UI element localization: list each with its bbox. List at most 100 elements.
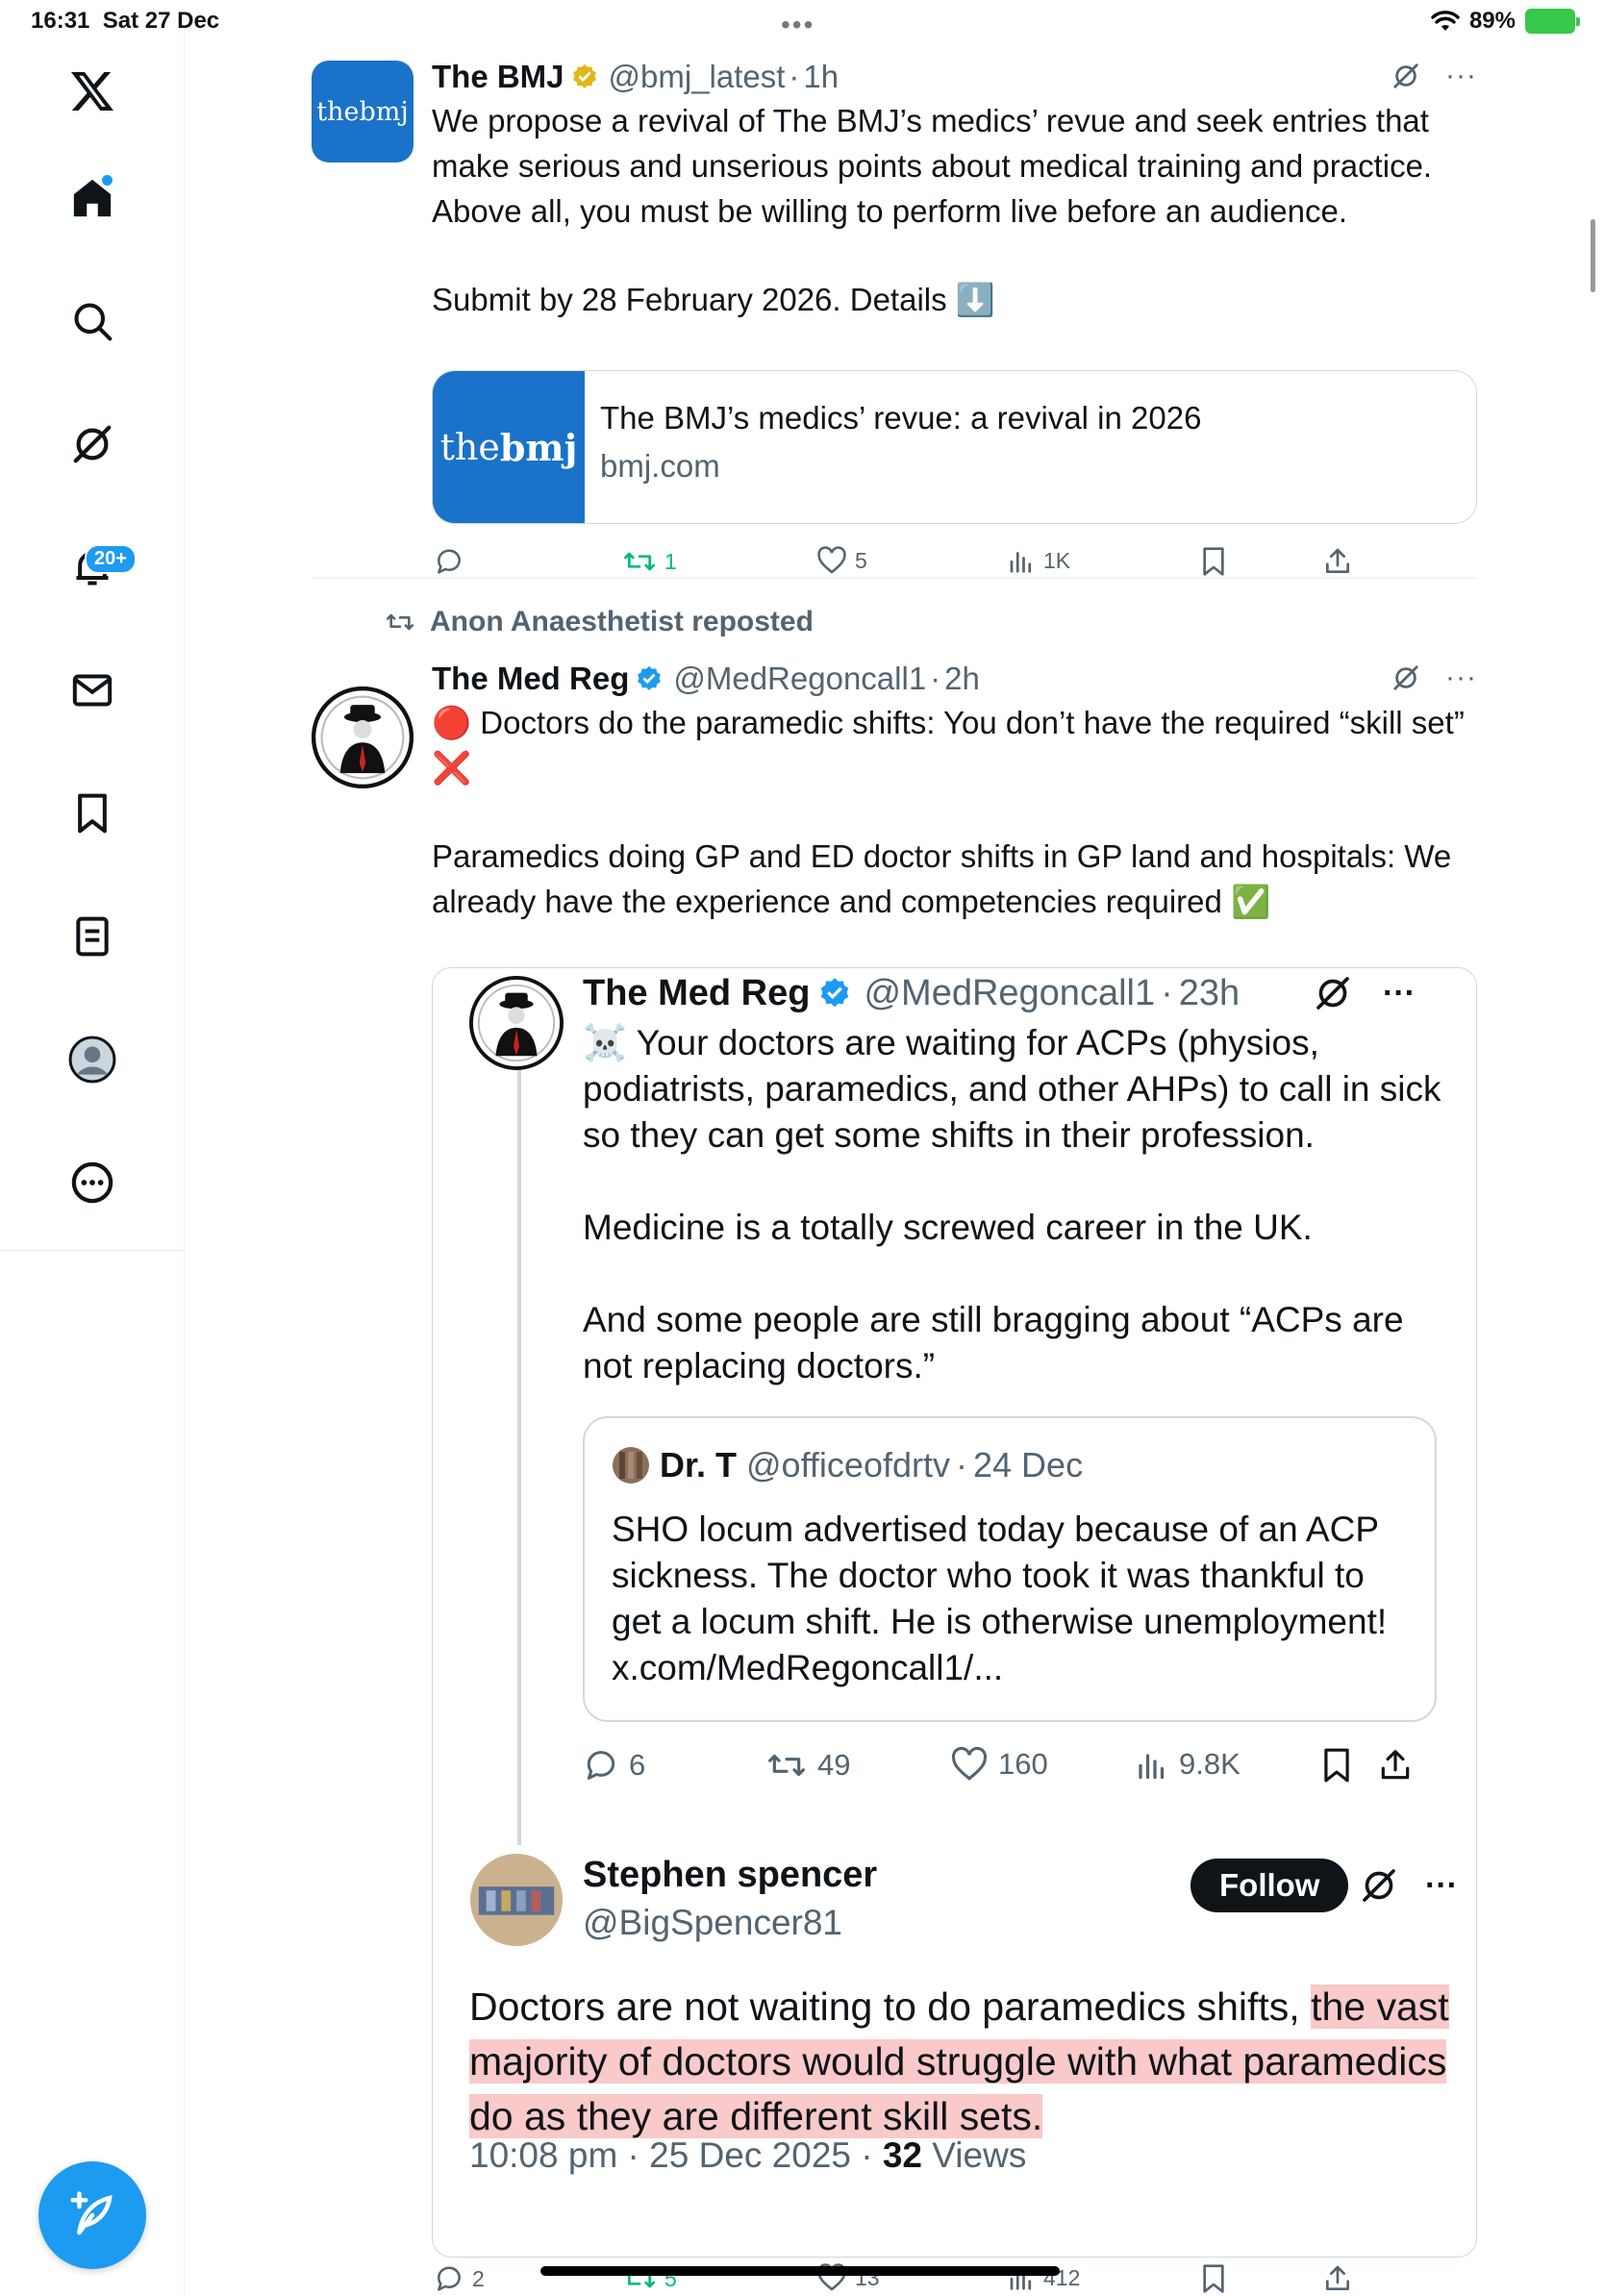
reply-author-name: Stephen spencer <box>583 1855 878 1895</box>
attached-screenshot-image[interactable]: The Med Reg @MedRegoncall1 · 23h ··· ☠️ … <box>432 967 1477 2258</box>
search-icon[interactable] <box>63 292 121 350</box>
lists-icon[interactable] <box>63 908 121 965</box>
quoted-post-header: Dr. T @officeofdrtv · 24 Dec <box>612 1445 1083 1485</box>
like-stat: 160 <box>950 1747 1048 1782</box>
grok-icon <box>1316 977 1349 1010</box>
bmj-avatar[interactable]: thebmj <box>312 61 414 162</box>
bookmark-button[interactable] <box>1201 546 1226 577</box>
profile-icon[interactable] <box>63 1031 121 1088</box>
share-icon <box>1326 2265 1349 2290</box>
quoted-post-time: 24 Dec <box>973 1445 1084 1485</box>
separator-dot: · <box>930 661 941 696</box>
post-actions: 1 5 1K <box>432 546 1477 594</box>
grok-icon[interactable] <box>1391 663 1420 692</box>
scroll-indicator[interactable] <box>1591 219 1595 292</box>
home-indicator[interactable] <box>540 2266 1060 2276</box>
post-header-actions: ··· <box>1391 661 1477 694</box>
share-stat <box>1377 1747 1414 1784</box>
post-content: The BMJ @bmj_latest · 1h ··· We propose … <box>432 58 1477 322</box>
reply-text-plain: Doctors are not waiting to do paramedics… <box>469 1984 1300 2029</box>
reply-button[interactable]: 2 <box>434 2263 485 2294</box>
messages-envelope-icon[interactable] <box>63 661 121 719</box>
views-button[interactable]: 1K <box>1007 546 1070 575</box>
quoted-author-handle: @officeofdrtv <box>746 1445 950 1485</box>
reply-text: Doctors are not waiting to do paramedics… <box>469 1980 1460 2144</box>
screenshot-post-text: ☠️ Your doctors are waiting for ACPs (ph… <box>583 1020 1448 1389</box>
sidebar: 20+ <box>0 29 185 2296</box>
status-bar: 16:31 Sat 27 Dec ••• 89% <box>0 0 1604 46</box>
bookmarks-icon[interactable] <box>63 785 121 842</box>
post-header: The Med Reg @MedRegoncall1 · 2h <box>432 660 1477 698</box>
blue-verified-badge-icon <box>638 665 662 690</box>
post-header-actions: ··· <box>1391 60 1477 92</box>
bookmark-icon <box>1203 2264 1224 2293</box>
grok-icon <box>1363 1869 1395 1902</box>
more-options-icon[interactable]: ··· <box>1445 661 1477 694</box>
notifications-badge: 20+ <box>85 544 137 574</box>
post-paragraph: Paramedics doing GP and ED doctor shifts… <box>432 838 1452 919</box>
heart-icon <box>817 546 846 574</box>
like-button[interactable]: 5 <box>816 546 867 575</box>
repost-count: 1 <box>664 548 677 574</box>
grok-icon[interactable] <box>1391 62 1420 90</box>
author-handle[interactable]: @MedRegoncall1 <box>673 661 926 697</box>
post-bmj[interactable]: thebmj The BMJ @bmj_latest · 1h ··· We p… <box>312 58 1477 577</box>
post-text: We propose a revival of The BMJ’s medics… <box>432 98 1477 322</box>
reply-meta: 10:08 pm · 25 Dec 2025 · 32 Views <box>469 2135 1027 2175</box>
screenshot-post-actions: 6 49 160 9.8K <box>583 1747 1448 1801</box>
reply-header-actions: ··· <box>1360 1866 1458 1905</box>
author-name[interactable]: The Med Reg <box>432 661 629 697</box>
medreg-avatar[interactable] <box>312 686 414 788</box>
repost-context[interactable]: Anon Anaesthetist reposted <box>384 606 814 638</box>
more-options-icon[interactable]: ··· <box>1445 60 1477 92</box>
more-icon[interactable] <box>63 1154 121 1211</box>
x-logo-icon[interactable] <box>63 63 121 121</box>
bookmark-button[interactable] <box>1201 2263 1226 2294</box>
post-paragraph: And some people are still bragging about… <box>583 1300 1404 1385</box>
spencer-avatar <box>469 1853 564 1947</box>
post-content: The Med Reg @MedRegoncall1 · 2h ··· 🔴 Do… <box>432 660 1477 924</box>
views-stat: 9.8K <box>1135 1747 1241 1782</box>
post-time: 23h <box>1178 972 1241 1013</box>
link-card[interactable]: the bmj The BMJ’s medics’ revue: a reviva… <box>432 370 1477 524</box>
medreg-avatar <box>469 976 564 1070</box>
reposted-by-label: Anon Anaesthetist reposted <box>430 606 814 637</box>
share-icon <box>1381 1750 1410 1780</box>
follow-button: Follow <box>1190 1859 1349 1912</box>
reply-icon <box>438 549 461 574</box>
home-icon[interactable] <box>63 169 121 227</box>
repost-icon <box>767 1754 805 1777</box>
compose-post-button[interactable] <box>38 2161 146 2269</box>
quoted-post: Dr. T @officeofdrtv · 24 Dec SHO locum a… <box>583 1416 1437 1722</box>
quoted-author-name: Dr. T <box>660 1445 738 1485</box>
reply-button[interactable] <box>434 546 464 577</box>
grok-icon[interactable] <box>63 415 121 473</box>
post-time[interactable]: 2h <box>944 661 980 697</box>
multitask-dots[interactable]: ••• <box>781 10 815 40</box>
battery-icon <box>1525 9 1580 34</box>
views-bar-chart-icon <box>1139 1754 1165 1780</box>
reply-count: 2 <box>472 2265 485 2291</box>
repost-button[interactable]: 1 <box>622 546 677 577</box>
repost-icon <box>623 552 655 571</box>
views-count: 1K <box>1043 547 1071 573</box>
thread-line <box>517 1064 521 1845</box>
feather-plus-icon <box>70 2191 113 2235</box>
link-card-thumbnail: the bmj <box>433 371 585 523</box>
like-count: 5 <box>855 547 867 573</box>
repost-icon <box>386 613 414 631</box>
share-button[interactable] <box>1322 2263 1353 2294</box>
author-handle[interactable]: @bmj_latest <box>609 59 786 95</box>
post-medreg[interactable]: The Med Reg @MedRegoncall1 · 2h ··· 🔴 Do… <box>312 658 1477 2294</box>
post-paragraph: 🔴 Doctors do the paramedic shifts: You d… <box>432 705 1465 786</box>
share-button[interactable] <box>1322 546 1353 577</box>
author-name[interactable]: The BMJ <box>432 59 564 95</box>
author-name: The Med Reg <box>583 972 811 1013</box>
reply-author-handle: @BigSpencer81 <box>583 1903 843 1942</box>
sidebar-divider <box>0 1250 185 1251</box>
post-paragraph: Submit by 28 February 2026. Details ⬇️ <box>432 282 995 317</box>
bookmark-icon <box>1203 547 1224 576</box>
post-header: The BMJ @bmj_latest · 1h <box>432 58 1477 96</box>
post-time[interactable]: 1h <box>803 59 839 95</box>
post-paragraph: ☠️ Your doctors are waiting for ACPs (ph… <box>583 1023 1441 1155</box>
